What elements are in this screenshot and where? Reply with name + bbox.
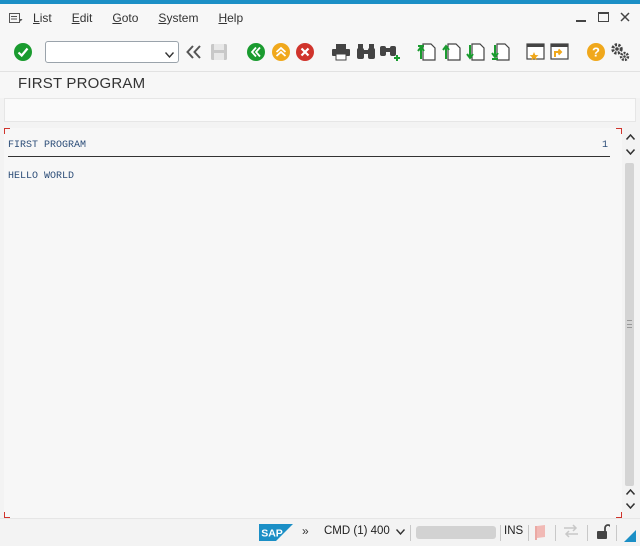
sap-logo: SAP (259, 524, 293, 541)
scroll-down-icon[interactable] (624, 486, 636, 498)
resize-grip-icon[interactable] (624, 530, 636, 542)
insert-mode-indicator[interactable]: INS (504, 525, 523, 537)
svg-text:SAP: SAP (261, 528, 283, 540)
status-separator (528, 525, 529, 541)
scrollbar-grip (627, 320, 632, 328)
menu-bar: List Edit Goto System Help (0, 4, 640, 32)
menu-list-label: ist (39, 11, 52, 25)
menu-help[interactable]: Help (218, 11, 243, 25)
status-expand-toggle[interactable]: » (302, 524, 309, 538)
scroll-bottom-icon[interactable] (624, 500, 636, 512)
maximize-icon[interactable] (594, 8, 612, 26)
menu-goto[interactable]: Goto (112, 11, 138, 25)
list-output-area: FIRST PROGRAM 1 HELLO WORLD (4, 128, 622, 518)
system-info[interactable]: CMD (1) 400 (324, 525, 390, 537)
system-info-dropdown-icon[interactable] (395, 524, 406, 538)
transfer-arrows-icon (563, 524, 579, 541)
next-page-icon[interactable] (465, 41, 487, 63)
last-page-icon[interactable] (490, 41, 512, 63)
application-toolbar (4, 98, 636, 122)
print-icon[interactable] (330, 41, 352, 63)
close-icon[interactable] (616, 8, 634, 26)
list-line: HELLO WORLD (8, 171, 75, 182)
page-title: FIRST PROGRAM (18, 75, 146, 92)
message-flag-icon (535, 524, 547, 543)
scroll-up-icon[interactable] (624, 146, 636, 158)
shortcut-icon[interactable] (549, 41, 571, 63)
status-separator (587, 525, 588, 541)
cancel-icon[interactable] (294, 41, 316, 63)
save-icon (208, 41, 230, 63)
corner-mark-top-left (4, 128, 10, 134)
back-green-icon[interactable] (245, 41, 267, 63)
menu-list[interactable]: List (33, 11, 52, 25)
exit-icon[interactable] (270, 41, 292, 63)
enter-icon[interactable] (12, 41, 34, 63)
menu-list-mnemonic: L (33, 11, 40, 25)
standard-toolbar: ? (0, 32, 640, 72)
menu-help-mnemonic: H (218, 11, 228, 25)
status-bar: SAP » CMD (1) 400 INS (0, 518, 640, 546)
menu-goto-mnemonic: G (112, 11, 122, 25)
menu-edit[interactable]: Edit (72, 11, 93, 25)
status-separator (410, 525, 411, 541)
menu-edit-label: dit (79, 11, 93, 25)
list-header-rule (8, 156, 610, 157)
vertical-scrollbar[interactable] (622, 128, 636, 518)
menu-system[interactable]: System (158, 11, 198, 25)
first-page-icon[interactable] (416, 41, 438, 63)
menu-edit-mnemonic: E (71, 11, 80, 25)
find-next-icon[interactable] (379, 41, 401, 63)
menu-toggle-icon[interactable] (9, 12, 23, 24)
new-session-icon[interactable] (525, 41, 547, 63)
status-separator (555, 525, 556, 541)
command-input[interactable] (50, 43, 160, 61)
status-separator (616, 525, 617, 541)
customize-layout-icon[interactable] (609, 41, 631, 63)
menu-help-label: elp (227, 11, 244, 25)
window-controls (572, 8, 634, 26)
previous-page-icon[interactable] (441, 41, 463, 63)
title-bar: FIRST PROGRAM (0, 72, 640, 98)
help-icon[interactable]: ? (585, 41, 607, 63)
back-icon[interactable] (183, 41, 205, 63)
find-icon[interactable] (355, 41, 377, 63)
list-header-title: FIRST PROGRAM (8, 140, 87, 151)
menu-system-label: ystem (166, 11, 199, 25)
server-name-redacted (416, 526, 496, 539)
chevron-down-icon[interactable] (164, 47, 175, 61)
scrollbar-thumb[interactable] (625, 163, 634, 486)
list-page-number: 1 (602, 140, 609, 151)
status-separator (500, 525, 501, 541)
unlock-icon[interactable] (596, 524, 612, 543)
minimize-icon[interactable] (572, 8, 590, 26)
scroll-top-icon[interactable] (624, 131, 636, 143)
svg-text:?: ? (592, 45, 600, 60)
menu-goto-label: oto (121, 11, 139, 25)
command-field[interactable] (45, 41, 179, 63)
